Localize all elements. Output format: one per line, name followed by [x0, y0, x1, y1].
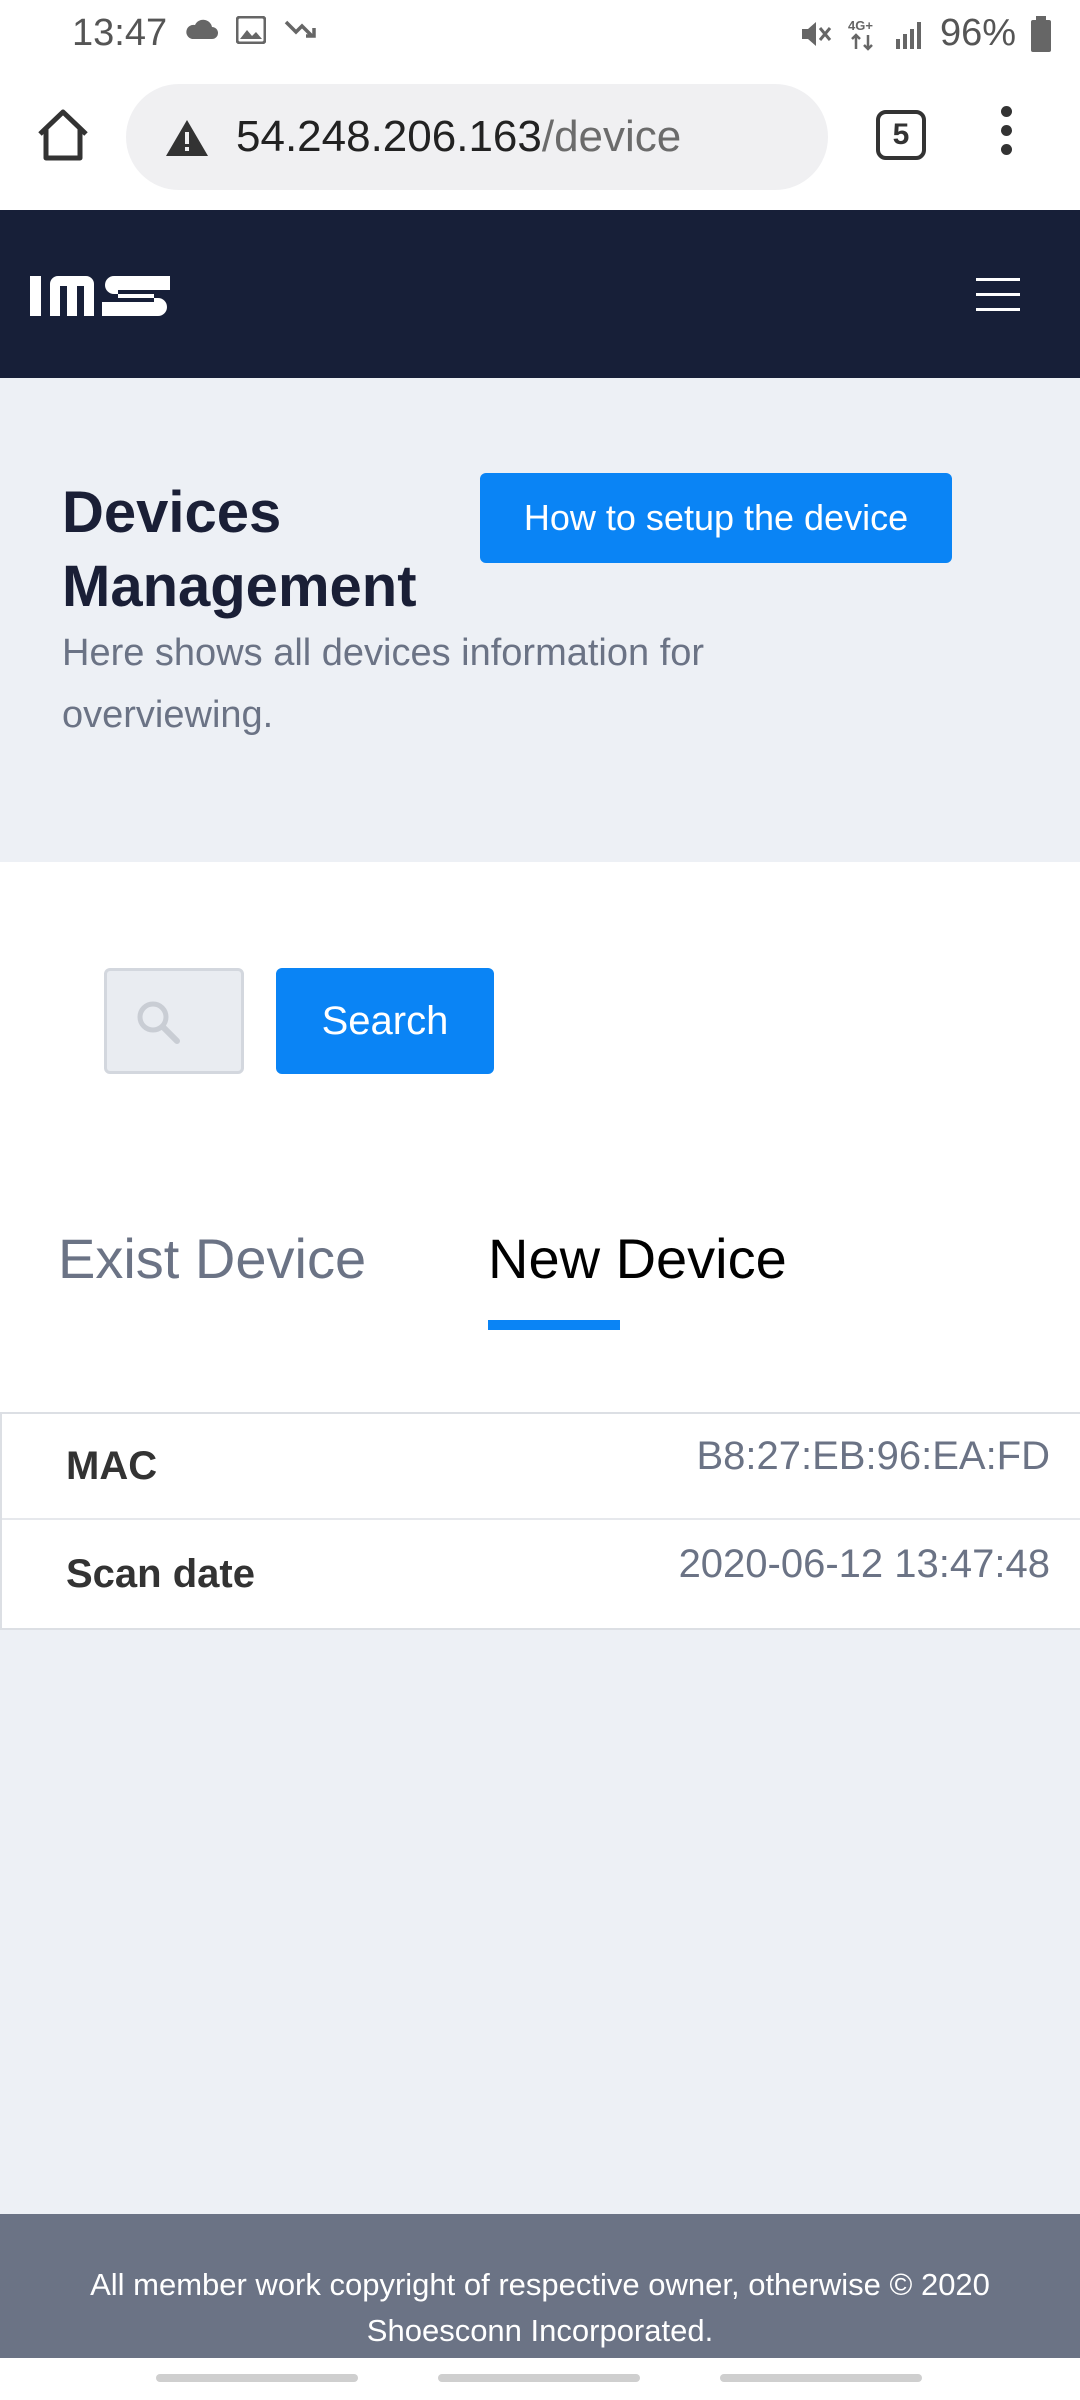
- page-header: Devices Management How to setup the devi…: [0, 378, 1080, 862]
- tab-new-device[interactable]: New Device: [488, 1226, 787, 1291]
- mac-label: MAC: [66, 1444, 158, 1488]
- footer-copyright: All member work copyright of respective …: [90, 2267, 990, 2348]
- gesture-navigation-bar: [0, 2358, 1080, 2400]
- battery-percent: 96%: [939, 12, 1016, 54]
- address-bar[interactable]: 54.248.206.163/device: [126, 84, 828, 190]
- gesture-recents[interactable]: [720, 2374, 922, 2382]
- page-footer: All member work copyright of respective …: [0, 2214, 1080, 2358]
- app-navbar: [0, 210, 1080, 378]
- browser-toolbar: 54.248.206.163/device 5: [0, 66, 1080, 210]
- battery-icon: [1031, 15, 1051, 52]
- page-title-line2: Management: [62, 554, 417, 619]
- device-info-table: MAC B8:27:EB:96:EA:FD Scan date 2020-06-…: [0, 1412, 1080, 1630]
- cloud-icon: [186, 19, 218, 39]
- image-icon: [236, 16, 266, 44]
- status-bar: 13:47 4G+ 96%: [0, 0, 1080, 66]
- main-content: Search Exist Device New Device: [0, 862, 1080, 1412]
- status-time: 13:47: [72, 12, 168, 54]
- signal-icon: [895, 21, 921, 49]
- status-left-icons: [184, 16, 316, 44]
- svg-text:4G+: 4G+: [848, 18, 873, 33]
- url-host: 54.248.206.163: [236, 112, 542, 161]
- page-title-line1: Devices: [62, 480, 282, 545]
- tab-switcher-button[interactable]: 5: [876, 110, 926, 160]
- home-icon[interactable]: [34, 106, 92, 164]
- url-path: /device: [541, 112, 682, 161]
- status-right: 4G+ 96%: [798, 12, 1052, 55]
- tab-exist-device[interactable]: Exist Device: [58, 1226, 366, 1291]
- search-button[interactable]: Search: [276, 968, 494, 1074]
- table-row: MAC B8:27:EB:96:EA:FD: [2, 1414, 1080, 1520]
- search-input[interactable]: [104, 968, 244, 1074]
- search-icon: [137, 1001, 180, 1044]
- gesture-back[interactable]: [156, 2374, 358, 2382]
- warning-icon[interactable]: [164, 118, 210, 158]
- browser-menu-icon[interactable]: [994, 106, 1018, 166]
- url-text[interactable]: 54.248.206.163/device: [236, 112, 681, 162]
- scan-date-label: Scan date: [66, 1552, 255, 1596]
- page-subtitle: Here shows all devices information for o…: [62, 632, 705, 736]
- page-title: Devices Management: [62, 476, 492, 624]
- mac-value: B8:27:EB:96:EA:FD: [696, 1434, 1050, 1478]
- active-tab-indicator: [488, 1320, 620, 1330]
- table-row: Scan date 2020-06-12 13:47:48: [2, 1522, 1080, 1628]
- ims-logo[interactable]: [30, 266, 172, 318]
- setup-guide-button[interactable]: How to setup the device: [480, 473, 952, 563]
- scan-date-value: 2020-06-12 13:47:48: [678, 1542, 1050, 1586]
- mute-icon: [801, 21, 832, 46]
- network-4g-icon: 4G+: [848, 18, 873, 51]
- gesture-home[interactable]: [438, 2374, 640, 2382]
- missed-call-icon: [284, 20, 316, 38]
- hamburger-menu-icon[interactable]: [976, 278, 1020, 312]
